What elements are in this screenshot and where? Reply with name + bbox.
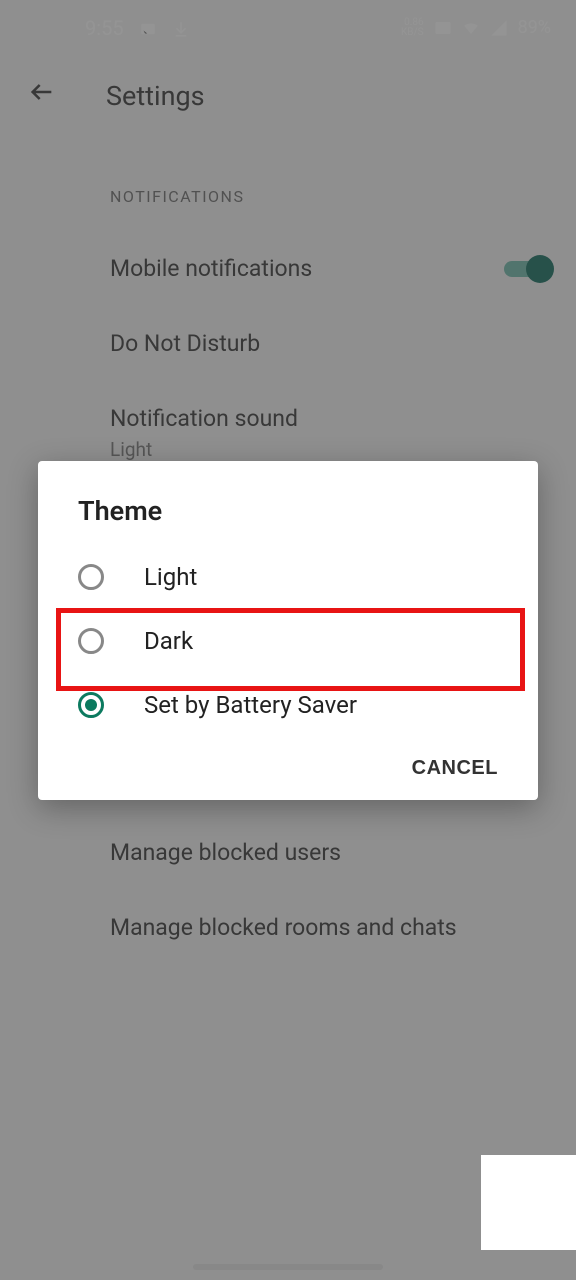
theme-option-battery-saver[interactable]: Set by Battery Saver	[38, 673, 538, 737]
theme-option-light[interactable]: Light	[38, 545, 538, 609]
theme-dialog: Theme Light Dark Set by Battery Saver CA…	[38, 461, 538, 800]
decoration-corner	[481, 1155, 576, 1250]
cancel-button[interactable]: CANCEL	[412, 757, 498, 780]
home-indicator	[193, 1264, 383, 1270]
radio-icon	[78, 628, 104, 654]
dialog-title: Theme	[38, 461, 538, 545]
radio-icon	[78, 564, 104, 590]
radio-icon-selected	[78, 692, 104, 718]
theme-option-dark[interactable]: Dark	[38, 609, 538, 673]
